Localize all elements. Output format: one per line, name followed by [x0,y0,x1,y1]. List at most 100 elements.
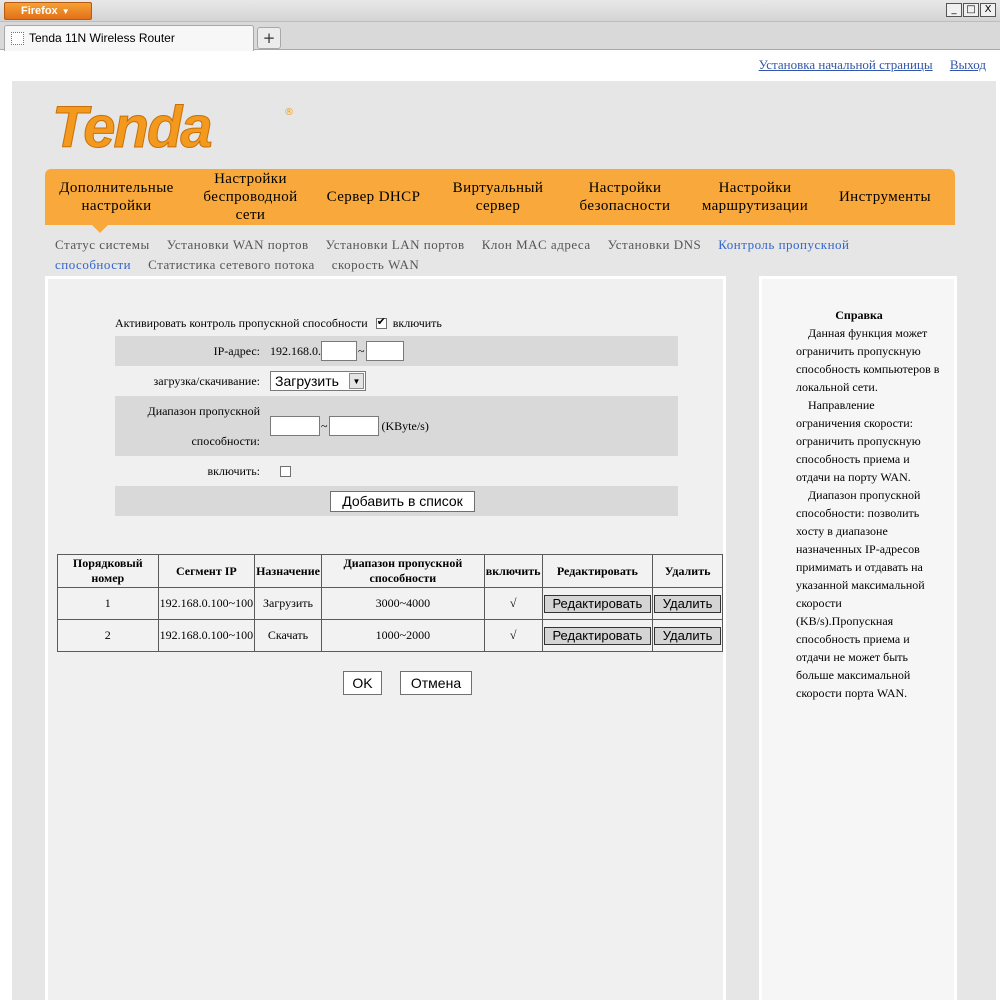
bandwidth-range-separator: ~ [321,418,328,433]
activate-checkbox[interactable] [375,315,387,329]
sub-navigation: Статус системы Установки WAN портов Устано… [55,235,955,275]
help-paragraph: Данная функция может ограничить пропускн… [796,326,940,394]
bandwidth-rules-table: Порядковый номер Сегмент IP Назначение Д… [57,554,723,652]
nav-label-line: безопасности [579,198,671,214]
nav-tools[interactable]: Инструменты [822,188,948,206]
page-viewport: Установка начальной страницы Выход Tenda… [4,51,996,1000]
close-button[interactable]: X [980,3,996,17]
tab-bar: Tenda 11N Wireless Router + [0,22,1000,51]
subnav-wan-settings[interactable]: Установки WAN портов [167,237,309,252]
ip-prefix: 192.168.0. [270,343,321,358]
subnav-lan-settings[interactable]: Установки LAN портов [326,237,465,252]
firefox-menu-button[interactable]: Firefox ▼ [4,2,92,20]
set-homepage-link[interactable]: Установка начальной страницы [759,57,933,72]
edit-rule-button[interactable]: Редактировать [543,626,652,645]
cell-delete: Удалить [652,587,723,620]
browser-tab[interactable]: Tenda 11N Wireless Router [4,25,254,51]
nav-virtual-server[interactable]: Виртуальный сервер [434,179,562,215]
subnav-dns-settings[interactable]: Установки DNS [608,237,702,252]
firefox-menu-label: Firefox [21,5,58,17]
cell-delete: Удалить [652,619,723,652]
maximize-button[interactable]: □ [963,3,979,17]
bandwidth-range-label-line: способности: [191,434,260,448]
edit-rule-button[interactable]: Редактировать [543,594,652,613]
direction-select[interactable]: Загрузить ▼ [270,371,366,391]
col-header-bandwidth-range: Диапазон пропускной способности [320,554,485,588]
help-paragraph: Диапазон пропускной способности: позволи… [796,488,925,700]
enable-label: включить: [207,463,261,478]
col-header-edit: Редактировать [541,554,654,588]
new-tab-button[interactable]: + [257,27,281,49]
table-header-row: Порядковый номер Сегмент IP Назначение Д… [57,554,723,588]
nav-label-line: беспроводной [203,189,298,205]
cell-ip-segment: 192.168.0.100~100 [157,587,256,620]
nav-label-line: сервер [475,198,521,214]
cell-ip-segment: 192.168.0.100~100 [157,619,256,652]
page-favicon-icon [11,32,24,45]
direction-selected-value: Загрузить [275,373,339,389]
nav-label-line: маршрутизации [701,198,809,214]
bandwidth-unit: (KByte/s) [381,418,429,433]
nav-security-settings[interactable]: Настройки безопасности [562,179,688,215]
col-header-enabled: включить [483,554,543,588]
cancel-button[interactable]: Отмена [400,671,472,695]
help-panel: Справка Данная функция может ограничить … [759,276,957,1000]
nav-advanced-settings[interactable]: Дополнительные настройки [45,179,188,215]
col-header-purpose: Назначение [254,554,322,588]
nav-routing-settings[interactable]: Настройки маршрутизации [688,179,822,215]
main-navigation: Дополнительные настройки Настройки беспр… [45,169,955,225]
ok-button[interactable]: OK [343,671,382,695]
logo-registered-mark: ® [284,107,294,118]
cell-enabled-mark: √ [483,619,543,652]
enable-row: включить: [115,456,678,486]
add-to-list-button[interactable]: Добавить в список [330,490,475,512]
cell-number: 1 [57,587,159,620]
ip-from-input[interactable] [321,341,357,361]
nav-label-line: Инструменты [838,189,932,205]
direction-label: загрузка/скачивание: [153,373,261,388]
ip-to-input[interactable] [365,341,404,361]
bandwidth-to-input[interactable] [328,416,379,436]
window-titlebar: Firefox ▼ _ □ X [0,0,1000,22]
nav-label-line: Настройки [214,171,287,187]
bandwidth-form: Активировать контроль пропускной способн… [115,310,678,516]
nav-label-line: Дополнительные [59,180,174,196]
nav-label-line: Виртуальный [452,180,544,196]
activate-label: Активировать контроль пропускной способн… [115,315,368,330]
nav-wireless-settings[interactable]: Настройки беспроводной сети [188,170,313,224]
tab-title: Tenda 11N Wireless Router [29,31,175,45]
dropdown-arrow-icon[interactable]: ▼ [349,373,364,389]
bandwidth-from-input[interactable] [270,416,320,436]
cell-purpose: Загрузить [254,587,322,620]
cell-edit: Редактировать [541,587,654,620]
table-row: 1 192.168.0.100~100 Загрузить 3000~4000 … [57,587,723,620]
subnav-wan-speed[interactable]: скорость WAN [332,257,420,272]
bandwidth-range-label-line: Диапазон пропускной [147,404,260,418]
cell-number: 2 [57,619,159,652]
subnav-traffic-statistics[interactable]: Статистика сетевого потока [148,257,315,272]
top-links: Установка начальной страницы Выход [745,57,986,73]
router-page-frame: Tenda ® Дополнительные настройки Настрой… [12,81,996,1000]
logout-link[interactable]: Выход [950,57,986,72]
nav-dhcp-server[interactable]: Сервер DHCP [313,188,434,206]
content-panel: Активировать контроль пропускной способн… [45,276,726,1000]
table-row: 2 192.168.0.100~100 Скачать 1000~2000 √ … [57,619,723,652]
col-header-ip-segment: Сегмент IP [157,554,256,588]
delete-rule-button[interactable]: Удалить [654,594,721,613]
minimize-button[interactable]: _ [946,3,962,17]
subnav-mac-clone[interactable]: Клон MAC адреса [482,237,591,252]
ip-label: IP-адрес: [213,343,260,358]
ip-row: IP-адрес: 192.168.0. ~ [115,336,678,366]
subnav-system-status[interactable]: Статус системы [55,237,150,252]
active-nav-pointer [92,225,108,233]
direction-row: загрузка/скачивание: Загрузить ▼ [115,366,678,396]
logo-text: Tenda [52,99,211,159]
help-title: Справка [835,308,883,322]
delete-rule-button[interactable]: Удалить [654,626,721,645]
chevron-down-icon: ▼ [61,7,70,16]
cell-bandwidth-range: 3000~4000 [320,587,485,620]
tenda-logo: Tenda ® [52,99,295,159]
enable-checkbox[interactable] [280,465,291,477]
window-controls: _ □ X [946,3,996,17]
cell-enabled-mark: √ [483,587,543,620]
